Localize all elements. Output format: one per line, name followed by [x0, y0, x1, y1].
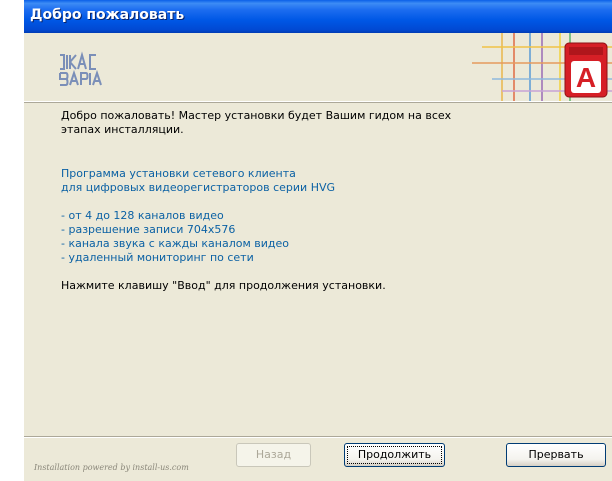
red-a-badge-icon: A: [564, 42, 608, 98]
feature-item: - разрешение записи 704x576: [61, 223, 236, 236]
footer-divider: [24, 436, 612, 437]
content-area: Добро пожаловать! Мастер установки будет…: [24, 102, 612, 432]
badge-letter: A: [576, 62, 596, 93]
next-button[interactable]: Продолжить: [344, 443, 445, 467]
window-title: Добро пожаловать: [30, 7, 185, 23]
rikas-varia-logo: [59, 51, 102, 86]
header-banner: A: [24, 33, 612, 102]
cancel-button[interactable]: Прервать: [506, 443, 606, 467]
intro-line-1: Добро пожаловать! Мастер установки будет…: [61, 109, 452, 122]
feature-item: - канала звука с кажды каналом видео: [61, 237, 290, 250]
feature-item: - от 4 до 128 каналов видео: [61, 209, 224, 222]
next-button-label: Продолжить: [357, 448, 432, 461]
feature-item: - удаленный мониторинг по сети: [61, 251, 254, 264]
powered-by-text: Installation powered by install-us.com: [34, 463, 189, 472]
program-line-2: для цифровых видеорегистраторов серии HV…: [61, 181, 336, 194]
title-bar[interactable]: Добро пожаловать: [24, 0, 612, 33]
installer-window: Добро пожаловать A Добро пожаловать! Мас…: [24, 0, 612, 481]
program-line-1: Программа установки сетевого клиента: [61, 167, 296, 180]
intro-line-2: этапах инсталляции.: [61, 123, 184, 136]
cancel-button-label: Прервать: [528, 448, 584, 461]
back-button-label: Назад: [255, 448, 292, 461]
back-button[interactable]: Назад: [236, 443, 311, 467]
instruction-text: Нажмите клавишу "Ввод" для продолжения у…: [61, 279, 386, 292]
